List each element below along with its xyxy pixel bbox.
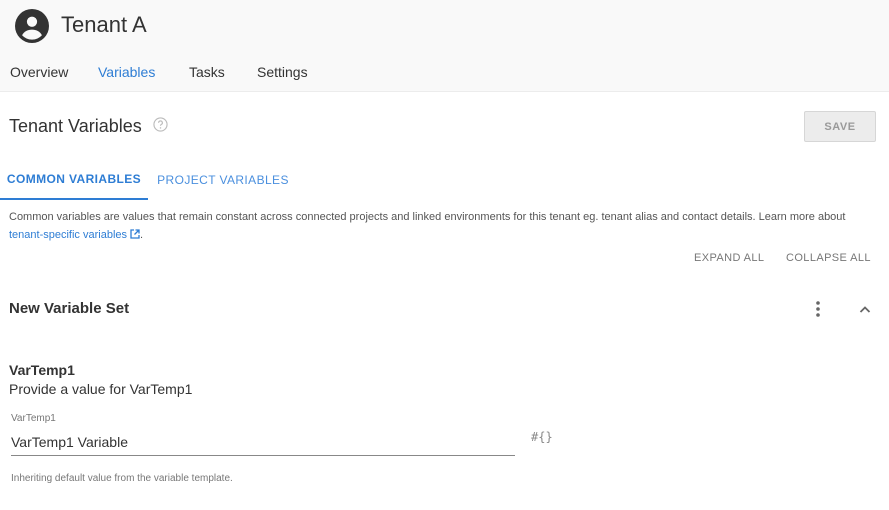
tenant-header: Tenant A Overview Variables Tasks Settin… <box>0 0 889 92</box>
more-vertical-icon[interactable] <box>810 300 826 318</box>
nav-overview[interactable]: Overview <box>10 64 68 80</box>
variable-hint: Inheriting default value from the variab… <box>11 473 233 484</box>
variable-value-input[interactable] <box>11 429 515 456</box>
tenant-variables-link[interactable]: tenant-specific variables <box>9 229 140 241</box>
variable-field-label: VarTemp1 <box>11 413 56 424</box>
expand-all-button[interactable]: EXPAND ALL <box>694 252 764 264</box>
collapse-all-button[interactable]: COLLAPSE ALL <box>786 252 871 264</box>
variable-set-title: New Variable Set <box>9 300 130 317</box>
insert-variable-icon[interactable]: #{} <box>531 430 553 444</box>
account-circle-icon <box>15 9 49 43</box>
nav-variables[interactable]: Variables <box>98 64 155 80</box>
description-trailing: . <box>140 229 144 241</box>
tenant-name: Tenant A <box>61 12 147 37</box>
nav-tasks[interactable]: Tasks <box>189 64 225 80</box>
tab-project-variables[interactable]: PROJECT VARIABLES <box>148 160 298 200</box>
link-label: tenant-specific variables <box>9 229 128 241</box>
save-button[interactable]: SAVE <box>804 111 876 142</box>
help-circle-icon[interactable] <box>153 117 168 132</box>
chevron-up-icon[interactable] <box>857 302 873 316</box>
variable-tabs: COMMON VARIABLES PROJECT VARIABLES <box>0 160 889 200</box>
page-title: Tenant Variables <box>9 116 142 136</box>
description-text: Common variables are values that remain … <box>9 211 846 223</box>
variable-help-text: Provide a value for VarTemp1 <box>9 381 193 397</box>
tab-description: Common variables are values that remain … <box>9 208 869 244</box>
tab-common-variables[interactable]: COMMON VARIABLES <box>0 160 148 200</box>
external-link-icon <box>130 229 140 239</box>
variable-name: VarTemp1 <box>9 362 75 378</box>
nav-settings[interactable]: Settings <box>257 64 308 80</box>
